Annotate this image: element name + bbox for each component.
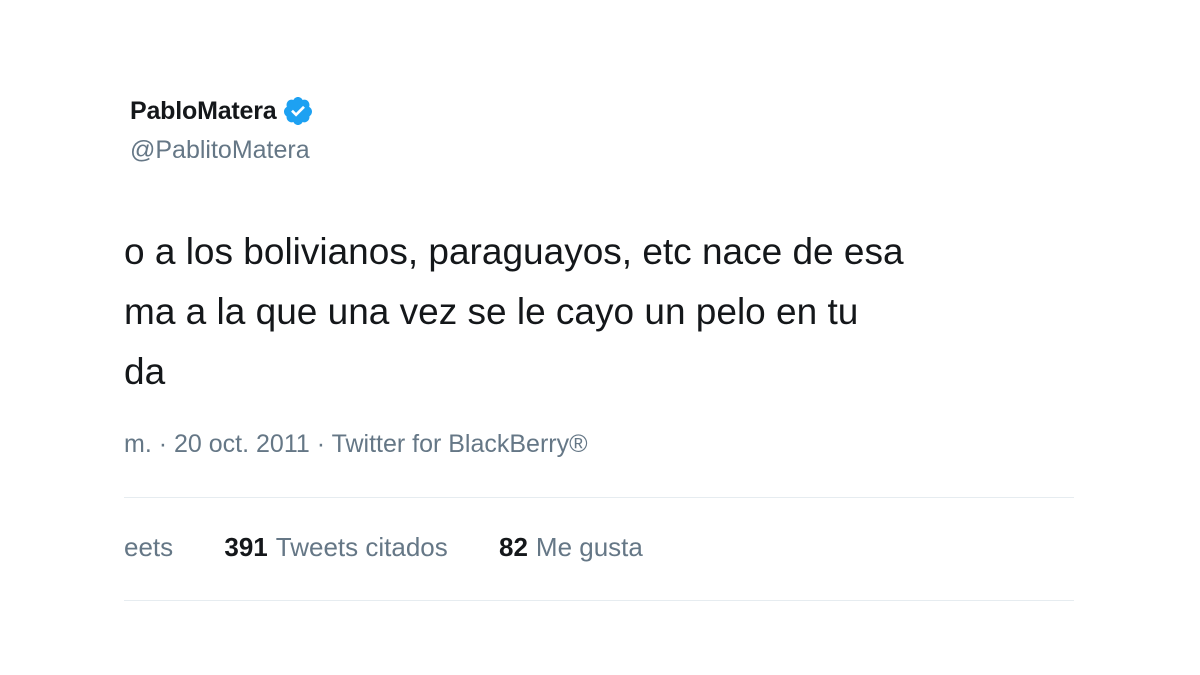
verified-badge-icon [282,95,314,127]
retweets-stat[interactable]: eets [124,532,173,563]
tweet-time[interactable]: m. [124,430,152,458]
quote-tweets-count: 391 [224,532,268,562]
tweet-metadata: m. · 20 oct. 2011 · Twitter for BlackBer… [124,430,1074,459]
tweet-source[interactable]: Twitter for BlackBerry® [332,430,588,458]
divider [124,600,1074,601]
tweet-text: o a los bolivianos, paraguayos, etc nace… [124,222,1074,402]
retweets-label: eets [124,532,174,562]
tweet-text-line: da [124,351,166,392]
quote-tweets-label: Tweets citados [275,532,448,562]
meta-separator: · [316,430,326,458]
author-name-row[interactable]: PabloMatera [130,94,314,128]
tweet-text-line: ma a la que una vez se le cayo un pelo e… [124,291,859,332]
quote-tweets-stat[interactable]: 391 Tweets citados [224,532,447,563]
meta-separator: · [158,430,168,458]
author-handle[interactable]: @PablitoMatera [130,136,310,165]
tweet-stats: eets 391 Tweets citados 82 Me gusta [124,532,1074,563]
divider [124,497,1074,498]
tweet-card: PabloMatera @PablitoMatera o a los boliv… [0,0,1200,675]
likes-stat[interactable]: 82 Me gusta [499,532,643,563]
likes-count: 82 [499,532,528,562]
tweet-date[interactable]: 20 oct. 2011 [174,430,310,458]
likes-label: Me gusta [535,532,643,562]
screenshot-crop: PabloMatera @PablitoMatera o a los boliv… [0,0,1200,675]
author-display-name[interactable]: PabloMatera [130,97,277,126]
tweet-text-line: o a los bolivianos, paraguayos, etc nace… [124,231,904,272]
